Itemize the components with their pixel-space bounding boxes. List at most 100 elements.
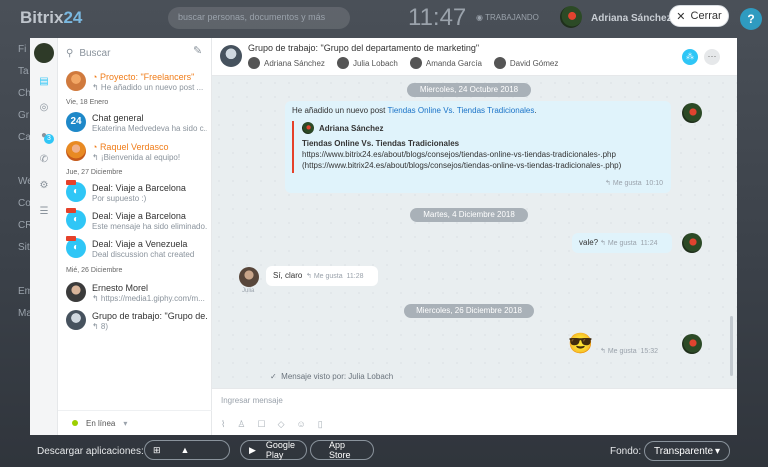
chat-header: Grupo de trabajo: "Grupo del departament… bbox=[212, 38, 737, 76]
chat-icon[interactable]: ▤ bbox=[38, 76, 50, 88]
post-link[interactable]: Tiendas Online Vs. Tiendas Tradicionales bbox=[387, 106, 534, 115]
left-menu-item[interactable]: Gr bbox=[18, 110, 29, 121]
avatar bbox=[302, 122, 314, 134]
file-icon[interactable]: ▯ bbox=[318, 419, 323, 430]
work-status[interactable]: ◉ TRABAJANDO bbox=[476, 13, 539, 22]
member[interactable]: David Gómez bbox=[493, 57, 558, 69]
message-input[interactable]: Ingresar mensaje bbox=[221, 396, 283, 405]
like-button[interactable]: Me gusta bbox=[608, 240, 637, 247]
avatar bbox=[66, 310, 86, 330]
list-item[interactable]: Grupo de trabajo: "Grupo de... ↰ 8) bbox=[58, 308, 212, 336]
list-item-preview: ↰ He añadido un nuevo post ... bbox=[92, 83, 204, 92]
linux-icon[interactable]: ▲ bbox=[181, 445, 190, 455]
close-button[interactable]: ✕ Cerrar bbox=[669, 5, 729, 27]
play-icon: ▶ bbox=[249, 444, 256, 455]
app-store-button[interactable]: App Store bbox=[310, 440, 374, 460]
list-item[interactable]: ◐ Deal: Viaje a Barcelona Por supuesto :… bbox=[58, 180, 212, 208]
global-search-input[interactable]: buscar personas, documentos y más bbox=[168, 7, 350, 29]
like-button[interactable]: Me gusta bbox=[608, 348, 637, 355]
my-avatar[interactable] bbox=[34, 43, 54, 63]
list-item-preview: ↰ https://media1.giphy.com/m... bbox=[92, 294, 205, 303]
left-menu-item[interactable]: Sit bbox=[18, 242, 30, 253]
tag-icon[interactable]: ◇ bbox=[278, 419, 285, 430]
notifications-icon[interactable]: ◎ bbox=[38, 102, 50, 114]
emoji-message[interactable]: 😎 bbox=[568, 333, 593, 355]
list-item[interactable]: ◐ Deal: Viaje a Barcelona Este mensaje h… bbox=[58, 208, 212, 236]
chat-title[interactable]: Grupo de trabajo: "Grupo del departament… bbox=[248, 43, 479, 53]
message-bubble[interactable]: He añadido un nuevo post Tiendas Online … bbox=[285, 101, 671, 193]
add-user-button[interactable]: ⁂ bbox=[682, 49, 698, 65]
message-bubble[interactable]: vale? ↰ Me gusta 11:24 bbox=[572, 233, 672, 253]
avatar[interactable] bbox=[682, 334, 702, 354]
input-bar: Ingresar mensaje ⌇ ♙ ☐ ◇ ☺ ▯ bbox=[212, 388, 737, 435]
quote-url[interactable]: (https://www.bitrix24.es/about/blogs/con… bbox=[302, 161, 665, 170]
brand-logo[interactable]: Bitrix24 bbox=[20, 8, 82, 28]
list-item-title: Ernesto Morel bbox=[92, 283, 149, 293]
avatar[interactable] bbox=[682, 103, 702, 123]
new-chat-icon[interactable]: ✎ bbox=[193, 44, 202, 57]
background-select[interactable]: Transparente ▾ bbox=[644, 441, 730, 461]
list-item-preview: ↰ 8) bbox=[92, 322, 109, 331]
help-icon[interactable]: ? bbox=[740, 8, 762, 30]
chevron-down-icon: ▾ bbox=[714, 445, 720, 457]
list-item[interactable]: ◔ Proyecto: "Freelancers" ↰ He añadido u… bbox=[58, 69, 212, 97]
user-avatar[interactable] bbox=[560, 6, 582, 28]
online-status[interactable]: En línea ▾ bbox=[58, 410, 212, 435]
avatar bbox=[409, 57, 422, 69]
list-item[interactable]: Ernesto Morel ↰ https://media1.giphy.com… bbox=[58, 280, 212, 308]
search-input[interactable]: Buscar bbox=[79, 48, 110, 59]
left-menu-item[interactable]: Ta bbox=[18, 66, 29, 77]
messenger-window: ▤ ◎ ● 3 ✆ ⚙ ☰ ⚲ Buscar ✎ ◔ Proyecto: "Fr… bbox=[30, 38, 737, 435]
google-play-button[interactable]: ▶ Google Play bbox=[240, 440, 307, 460]
quote-block: Adriana Sánchez Tiendas Online Vs. Tiend… bbox=[292, 121, 665, 173]
left-menu-item[interactable]: Fi bbox=[18, 44, 26, 55]
quote-url[interactable]: https://www.bitrix24.es/about/blogs/cons… bbox=[302, 150, 665, 159]
like-button[interactable]: Me gusta bbox=[613, 180, 642, 187]
user-name[interactable]: Adriana Sánchez bbox=[591, 13, 672, 24]
avatar bbox=[493, 57, 506, 69]
input-tools: ⌇ ♙ ☐ ◇ ☺ ▯ bbox=[221, 419, 323, 430]
member[interactable]: Amanda García bbox=[409, 57, 482, 69]
phone-icon[interactable]: ✆ bbox=[38, 154, 50, 166]
more-icon[interactable]: ··· bbox=[704, 49, 720, 65]
left-menu: Fi Ta Ch Gr Ca We Co CR Sit Em Ma bbox=[0, 36, 33, 436]
history-icon[interactable]: ☰ bbox=[38, 206, 50, 218]
deal-avatar: ◐ bbox=[66, 182, 86, 202]
unread-badge: 3 bbox=[44, 134, 54, 144]
settings-icon[interactable]: ⚙ bbox=[38, 180, 50, 192]
windows-icon[interactable]: ⊞ bbox=[153, 445, 161, 456]
avatar[interactable] bbox=[239, 267, 259, 287]
list-item[interactable]: ◔ Raquel Verdasco ↰ ¡Bienvenida al equip… bbox=[58, 139, 212, 167]
scrollbar[interactable] bbox=[730, 316, 733, 376]
avatar[interactable] bbox=[682, 233, 702, 253]
user-icon[interactable]: ♙ bbox=[237, 419, 245, 430]
attach-icon[interactable]: ⌇ bbox=[221, 419, 225, 430]
edit-icon[interactable]: ☐ bbox=[257, 419, 265, 430]
list-search[interactable]: ⚲ Buscar bbox=[66, 45, 206, 61]
list-item[interactable]: 24 Chat general Ekaterina Medvedeva ha s… bbox=[58, 110, 212, 138]
message-meta: ↰ Me gusta 10:10 bbox=[605, 180, 664, 187]
list-item-preview: Este mensaje ha sido eliminado. bbox=[92, 222, 207, 231]
left-menu-item[interactable]: Ca bbox=[18, 132, 31, 143]
close-icon: ✕ bbox=[676, 10, 686, 23]
list-item-title: ◔ Proyecto: "Freelancers" bbox=[92, 72, 195, 82]
like-button[interactable]: Me gusta bbox=[314, 273, 343, 280]
chat-panel: Grupo de trabajo: "Grupo del departament… bbox=[212, 38, 737, 435]
list-item-title: Deal: Viaje a Barcelona bbox=[92, 211, 186, 221]
list-item-preview: Deal discussion chat created bbox=[92, 250, 195, 259]
message-area: Miercoles, 24 Octubre 2018 He añadido un… bbox=[212, 76, 737, 386]
smile-icon[interactable]: ☺ bbox=[296, 419, 305, 430]
desktop-apps-button[interactable]: ⊞ ▲ bbox=[144, 440, 230, 460]
left-menu-item[interactable]: Co bbox=[18, 198, 31, 209]
top-bar: Bitrix24 buscar personas, documentos y m… bbox=[0, 0, 768, 36]
date-separator: Jue, 27 Diciembre bbox=[66, 169, 123, 176]
message-bubble[interactable]: Sí, claro ↰ Me gusta 11:28 bbox=[266, 266, 378, 286]
list-item-preview: Por supuesto :) bbox=[92, 194, 147, 203]
group-avatar[interactable] bbox=[220, 45, 242, 67]
member[interactable]: Adriana Sánchez bbox=[248, 57, 325, 69]
list-item-preview: ↰ ¡Bienvenida al equipo! bbox=[92, 153, 181, 162]
left-menu-item[interactable]: Ch bbox=[18, 88, 31, 99]
member[interactable]: Julia Lobach bbox=[336, 57, 398, 69]
avatar bbox=[336, 57, 349, 69]
list-item[interactable]: ◐ Deal: Viaje a Venezuela Deal discussio… bbox=[58, 236, 212, 264]
